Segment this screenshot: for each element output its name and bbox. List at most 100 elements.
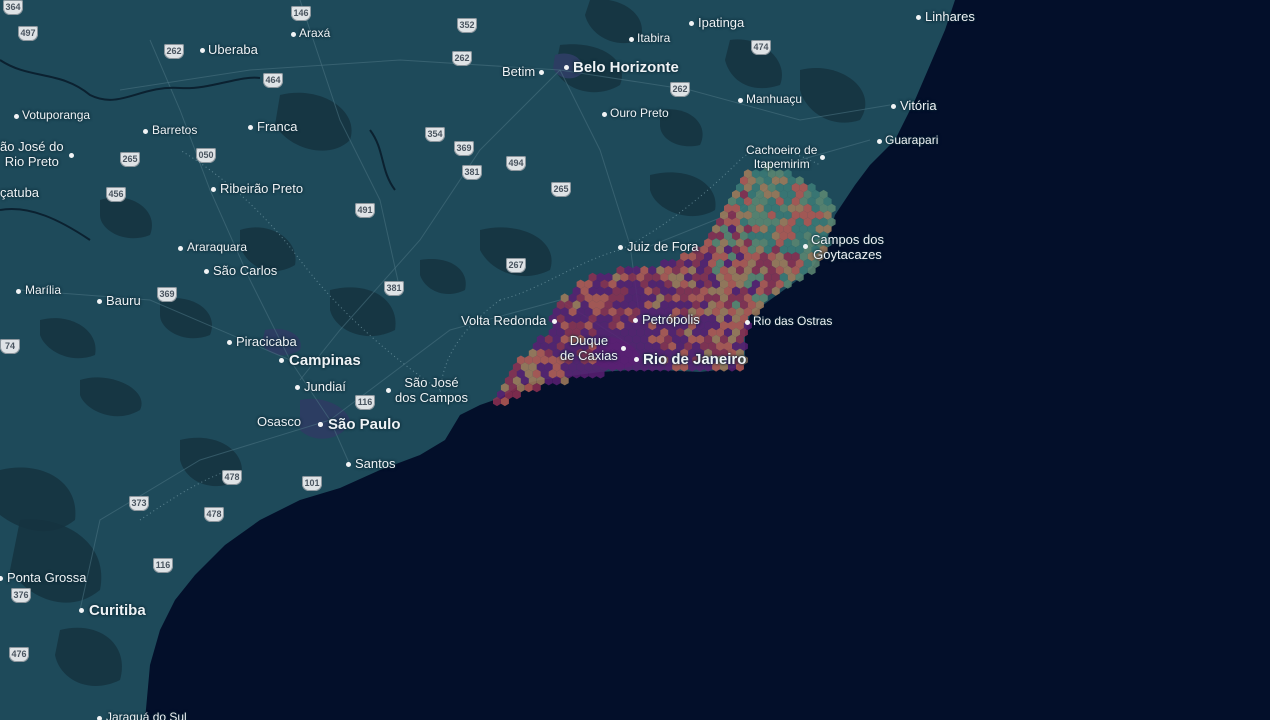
city-dot — [618, 245, 623, 250]
city-label[interactable]: çatuba — [0, 185, 39, 201]
city-label[interactable]: Araxá — [299, 26, 330, 41]
city-label[interactable]: Guarapari — [885, 133, 938, 148]
city-label[interactable]: Ribeirão Preto — [220, 181, 303, 197]
city-label[interactable]: Juiz de Fora — [627, 239, 699, 255]
highway-shield: 265 — [120, 152, 140, 167]
city-label[interactable]: Santos — [355, 456, 395, 472]
city-dot — [621, 346, 626, 351]
city-dot — [79, 608, 84, 613]
city-label[interactable]: Rio de Janeiro — [643, 351, 746, 368]
city-dot — [877, 139, 882, 144]
highway-shield: 456 — [106, 187, 126, 202]
city-label[interactable]: Votuporanga — [22, 108, 90, 123]
city-label[interactable]: Manhuaçu — [746, 92, 802, 107]
city-dot — [564, 65, 569, 70]
city-dot — [318, 422, 323, 427]
highway-shield: 376 — [11, 588, 31, 603]
city-dot — [629, 37, 634, 42]
city-label[interactable]: São Carlos — [213, 263, 277, 279]
city-label[interactable]: Ponta Grossa — [7, 570, 87, 586]
highway-shield: 381 — [384, 281, 404, 296]
city-dot — [346, 462, 351, 467]
city-dot — [552, 319, 557, 324]
highway-shield: 464 — [263, 73, 283, 88]
city-label[interactable]: Ouro Preto — [610, 106, 669, 121]
highway-shield: 491 — [355, 203, 375, 218]
city-dot — [279, 358, 284, 363]
highway-shield: 369 — [157, 287, 177, 302]
city-label[interactable]: Ipatinga — [698, 15, 744, 31]
city-label[interactable]: Rio das Ostras — [753, 314, 832, 329]
city-label[interactable]: Jaraguá do Sul — [106, 710, 187, 720]
highway-shield: 474 — [751, 40, 771, 55]
highway-shield: 354 — [425, 127, 445, 142]
highway-shield: 74 — [0, 339, 20, 354]
city-label[interactable]: Itabira — [637, 31, 670, 46]
city-label[interactable]: Duque de Caxias — [560, 333, 618, 364]
highway-shield: 265 — [551, 182, 571, 197]
highway-shield: 352 — [457, 18, 477, 33]
city-dot — [227, 340, 232, 345]
highway-shield: 267 — [506, 258, 526, 273]
city-dot — [891, 104, 896, 109]
city-label[interactable]: Petrópolis — [642, 312, 700, 328]
highway-shield: 116 — [355, 395, 375, 410]
highway-shield: 478 — [222, 470, 242, 485]
city-label[interactable]: Campinas — [289, 352, 361, 369]
city-label[interactable]: Araraquara — [187, 240, 247, 255]
city-label[interactable]: Curitiba — [89, 602, 146, 619]
city-label[interactable]: São Paulo — [328, 416, 401, 433]
city-dot — [248, 125, 253, 130]
city-dot — [820, 155, 825, 160]
city-label[interactable]: Belo Horizonte — [573, 59, 679, 76]
city-dot — [916, 15, 921, 20]
city-label[interactable]: Vitória — [900, 98, 937, 114]
highway-shield: 476 — [9, 647, 29, 662]
highway-shield: 494 — [506, 156, 526, 171]
city-dot — [689, 21, 694, 26]
city-dot — [200, 48, 205, 53]
highway-shield: 364 — [3, 0, 23, 15]
highway-shield: 497 — [18, 26, 38, 41]
city-label[interactable]: Campos dos Goytacazes — [811, 232, 884, 263]
city-dot — [204, 269, 209, 274]
highway-shield: 262 — [452, 51, 472, 66]
city-label[interactable]: Franca — [257, 119, 297, 135]
city-label[interactable]: Jundiaí — [304, 379, 346, 395]
city-dot — [602, 112, 607, 117]
city-dot — [14, 114, 19, 119]
city-label[interactable]: ão José do Rio Preto — [0, 139, 64, 170]
city-label[interactable]: Barretos — [152, 123, 197, 138]
city-dot — [211, 187, 216, 192]
city-label[interactable]: Cachoeiro de Itapemirim — [746, 143, 817, 172]
city-label[interactable]: Marília — [25, 283, 61, 298]
highway-shield: 262 — [670, 82, 690, 97]
map-view[interactable]: Linhares Ipatinga Itabira Uberaba Araxá Belo … — [0, 0, 1270, 720]
highway-shield: 101 — [302, 476, 322, 491]
city-label[interactable]: Osasco — [257, 414, 301, 430]
city-dot — [738, 98, 743, 103]
city-dot — [16, 289, 21, 294]
city-dot — [178, 246, 183, 251]
highway-shield: 262 — [164, 44, 184, 59]
city-dot — [143, 129, 148, 134]
city-dot — [539, 70, 544, 75]
city-dot — [634, 357, 639, 362]
city-label[interactable]: São José dos Campos — [395, 375, 468, 406]
city-label[interactable]: Linhares — [925, 9, 975, 25]
city-label[interactable]: Betim — [502, 64, 535, 80]
city-dot — [386, 388, 391, 393]
highway-shield: 369 — [454, 141, 474, 156]
highway-shield: 381 — [462, 165, 482, 180]
highway-shield: 116 — [153, 558, 173, 573]
city-label[interactable]: Volta Redonda — [461, 313, 546, 329]
city-dot — [97, 716, 102, 720]
highway-shield: 146 — [291, 6, 311, 21]
highway-shield: 373 — [129, 496, 149, 511]
city-dot — [745, 320, 750, 325]
city-label[interactable]: Piracicaba — [236, 334, 297, 350]
city-label[interactable]: Bauru — [106, 293, 141, 309]
city-dot — [633, 318, 638, 323]
city-label[interactable]: Uberaba — [208, 42, 258, 58]
city-dot — [97, 299, 102, 304]
